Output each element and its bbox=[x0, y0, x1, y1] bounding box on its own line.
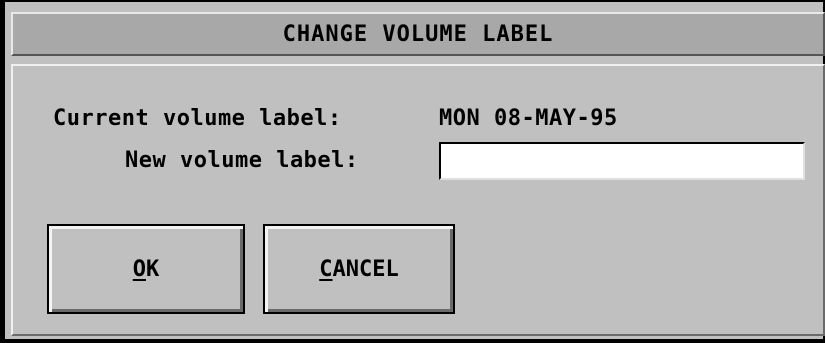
change-volume-label-dialog: CHANGE VOLUME LABEL Current volume label… bbox=[0, 0, 825, 343]
dialog-body: Current volume label: MON 08-MAY-95 New … bbox=[11, 64, 825, 336]
ok-button-label-rest: K bbox=[146, 256, 160, 282]
current-volume-label-value: MON 08-MAY-95 bbox=[439, 106, 618, 131]
new-volume-label-caption: New volume label: bbox=[125, 148, 359, 173]
new-volume-label-input[interactable] bbox=[439, 142, 805, 180]
current-volume-label-caption: Current volume label: bbox=[53, 106, 342, 131]
dialog-titlebar[interactable]: CHANGE VOLUME LABEL bbox=[11, 12, 825, 56]
cancel-button-label-rest: ANCEL bbox=[332, 256, 399, 282]
ok-button[interactable]: OK bbox=[47, 224, 245, 314]
cancel-button[interactable]: C ANCEL bbox=[263, 224, 455, 314]
dialog-title: CHANGE VOLUME LABEL bbox=[282, 21, 554, 47]
cancel-button-mnemonic: C bbox=[319, 256, 333, 282]
ok-button-mnemonic: O bbox=[132, 256, 146, 282]
